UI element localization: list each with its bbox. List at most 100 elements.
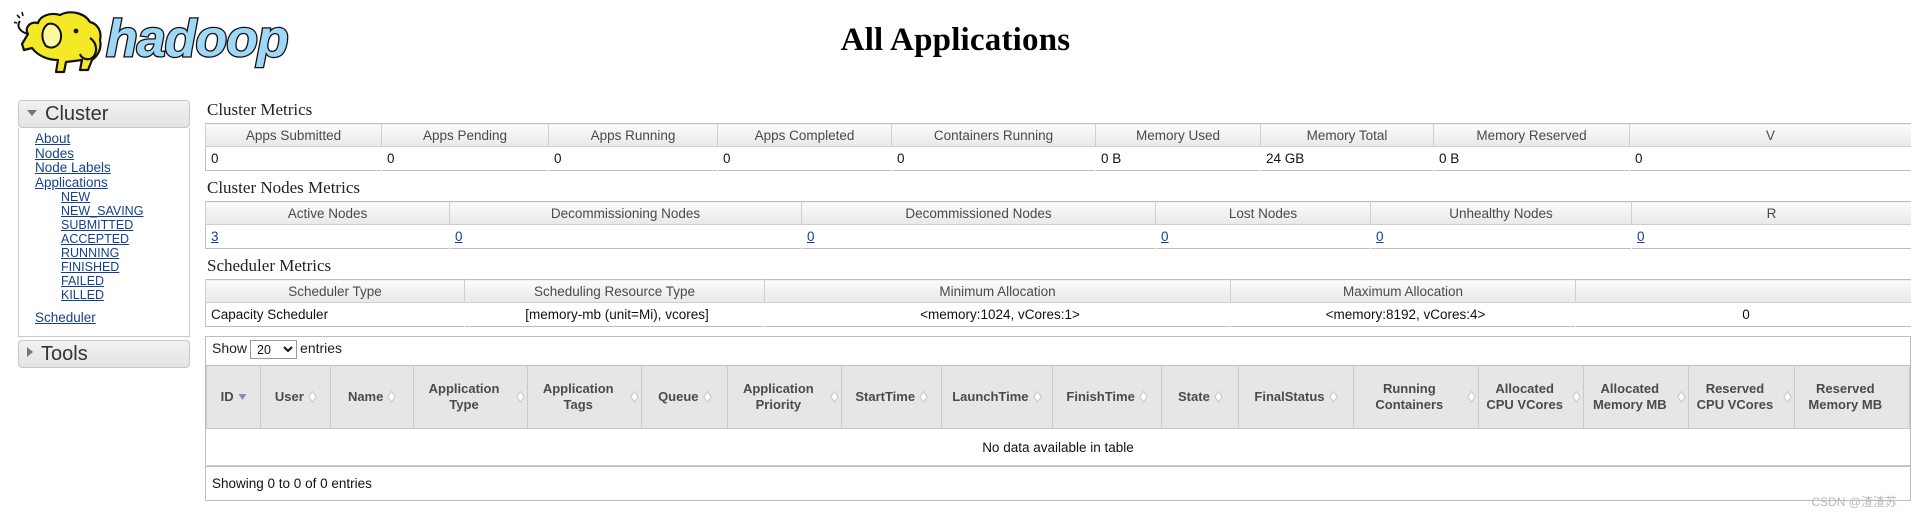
sidebar-item-state-new[interactable]: NEW [19, 190, 189, 204]
col-reserved-memory-mb[interactable]: Reserved Memory MB [1794, 366, 1909, 429]
table-header-row: Scheduler Type Scheduling Resource Type … [206, 280, 1911, 303]
main-content: Cluster Metrics Apps Submitted Apps Pend… [205, 100, 1911, 501]
chevron-right-icon [27, 347, 33, 357]
cell-memory-reserved: 0 B [1434, 147, 1630, 171]
col-launch-time-label: LaunchTime [952, 389, 1028, 404]
lost-nodes-link[interactable]: 0 [1161, 229, 1169, 244]
cell-vcores-used-truncated: 0 [1630, 147, 1911, 171]
sidebar-section-cluster[interactable]: Cluster [18, 100, 190, 128]
decommissioning-nodes-link[interactable]: 0 [455, 229, 463, 244]
col-start-time[interactable]: StartTime [842, 366, 942, 429]
col-apps-running[interactable]: Apps Running [549, 124, 718, 147]
sort-none-icon [1572, 391, 1581, 403]
col-allocated-memory-mb[interactable]: Allocated Memory MB [1584, 366, 1689, 429]
col-id[interactable]: ID [207, 366, 261, 429]
col-user-label: User [275, 389, 304, 404]
col-rebooted-nodes-truncated[interactable]: R [1632, 202, 1911, 225]
col-maximum-allocation[interactable]: Maximum Allocation [1231, 280, 1576, 303]
col-apps-completed[interactable]: Apps Completed [718, 124, 892, 147]
sort-none-icon [1783, 391, 1792, 403]
col-state-label: State [1178, 389, 1210, 404]
rebooted-nodes-link[interactable]: 0 [1637, 229, 1645, 244]
col-containers-running[interactable]: Containers Running [892, 124, 1096, 147]
col-application-priority[interactable]: Application Priority [728, 366, 842, 429]
yarn-resourcemanager-page: hadoop All Applications Cluster About No… [0, 0, 1911, 518]
col-allocated-memory-mb-label: Allocated Memory MB [1593, 381, 1667, 412]
col-minimum-allocation[interactable]: Minimum Allocation [765, 280, 1231, 303]
col-id-label: ID [221, 389, 234, 404]
cell-active-nodes: 3 [206, 225, 450, 249]
col-user[interactable]: User [261, 366, 331, 429]
sidebar-item-node-labels[interactable]: Node Labels [19, 161, 189, 176]
sidebar-item-state-killed[interactable]: KILLED [19, 288, 189, 302]
applications-table: ID User Name Application Type Applicatio… [206, 365, 1910, 466]
col-unhealthy-nodes[interactable]: Unhealthy Nodes [1371, 202, 1632, 225]
active-nodes-link[interactable]: 3 [211, 229, 219, 244]
col-application-tags-label: Application Tags [543, 381, 614, 412]
col-finish-time-label: FinishTime [1066, 389, 1134, 404]
sidebar-item-applications[interactable]: Applications [19, 176, 189, 191]
sidebar-item-state-accepted[interactable]: ACCEPTED [19, 232, 189, 246]
page-size-select[interactable]: 2050100 [250, 340, 297, 359]
sort-none-icon [1677, 391, 1686, 403]
col-scheduler-extra[interactable] [1576, 280, 1911, 303]
sidebar-section-cluster-label: Cluster [45, 103, 108, 125]
col-queue[interactable]: Queue [642, 366, 728, 429]
table-header-row: Apps Submitted Apps Pending Apps Running… [206, 124, 1911, 147]
table-row: 0 0 0 0 0 0 B 24 GB 0 B 0 [206, 147, 1911, 171]
scheduler-metrics-title: Scheduler Metrics [207, 256, 1911, 276]
sidebar-item-state-failed[interactable]: FAILED [19, 274, 189, 288]
cell-scheduler-extra: 0 [1576, 303, 1911, 327]
cell-memory-used: 0 B [1096, 147, 1261, 171]
col-final-status[interactable]: FinalStatus [1239, 366, 1353, 429]
col-apps-submitted[interactable]: Apps Submitted [206, 124, 382, 147]
sort-none-icon [387, 391, 396, 403]
cell-scheduler-type: Capacity Scheduler [206, 303, 465, 327]
col-allocated-cpu-vcores-label: Allocated CPU VCores [1486, 381, 1563, 412]
col-scheduling-resource-type[interactable]: Scheduling Resource Type [465, 280, 765, 303]
col-application-tags[interactable]: Application Tags [528, 366, 642, 429]
sidebar-item-state-new-saving[interactable]: NEW_SAVING [19, 204, 189, 218]
col-running-containers[interactable]: Running Containers [1353, 366, 1479, 429]
sidebar-item-state-submitted[interactable]: SUBMITTED [19, 218, 189, 232]
page-title: All Applications [0, 22, 1911, 59]
col-finish-time[interactable]: FinishTime [1052, 366, 1162, 429]
sidebar-item-state-running[interactable]: RUNNING [19, 246, 189, 260]
cluster-nodes-metrics-title: Cluster Nodes Metrics [207, 178, 1911, 198]
col-scheduler-type[interactable]: Scheduler Type [206, 280, 465, 303]
cell-memory-total: 24 GB [1261, 147, 1434, 171]
decommissioned-nodes-link[interactable]: 0 [807, 229, 815, 244]
col-state[interactable]: State [1162, 366, 1239, 429]
table-header-row: ID User Name Application Type Applicatio… [207, 366, 1910, 429]
cell-maximum-allocation: <memory:8192, vCores:4> [1231, 303, 1576, 327]
col-allocated-cpu-vcores[interactable]: Allocated CPU VCores [1479, 366, 1584, 429]
col-reserved-cpu-vcores[interactable]: Reserved CPU VCores [1689, 366, 1794, 429]
apps-table-footer: Showing 0 to 0 of 0 entries [206, 466, 1910, 500]
col-decommissioning-nodes[interactable]: Decommissioning Nodes [450, 202, 802, 225]
col-memory-total[interactable]: Memory Total [1261, 124, 1434, 147]
table-header-row: Active Nodes Decommissioning Nodes Decom… [206, 202, 1911, 225]
cell-lost-nodes: 0 [1156, 225, 1371, 249]
col-lost-nodes[interactable]: Lost Nodes [1156, 202, 1371, 225]
col-memory-used[interactable]: Memory Used [1096, 124, 1261, 147]
cell-containers-running: 0 [892, 147, 1096, 171]
col-application-type[interactable]: Application Type [413, 366, 527, 429]
col-application-type-label: Application Type [429, 381, 500, 412]
col-launch-time[interactable]: LaunchTime [941, 366, 1052, 429]
sidebar-item-scheduler[interactable]: Scheduler [19, 311, 189, 326]
col-active-nodes[interactable]: Active Nodes [206, 202, 450, 225]
sidebar-item-state-finished[interactable]: FINISHED [19, 260, 189, 274]
empty-message: No data available in table [207, 429, 1910, 466]
sort-none-icon [1214, 391, 1223, 403]
cell-rebooted-nodes-truncated: 0 [1632, 225, 1911, 249]
sidebar-item-nodes[interactable]: Nodes [19, 147, 189, 162]
unhealthy-nodes-link[interactable]: 0 [1376, 229, 1384, 244]
sidebar-item-about[interactable]: About [19, 132, 189, 147]
col-apps-pending[interactable]: Apps Pending [382, 124, 549, 147]
col-decommissioned-nodes[interactable]: Decommissioned Nodes [802, 202, 1156, 225]
col-vcores-used-truncated[interactable]: V [1630, 124, 1911, 147]
col-memory-reserved[interactable]: Memory Reserved [1434, 124, 1630, 147]
col-name[interactable]: Name [331, 366, 414, 429]
cell-decommissioning-nodes: 0 [450, 225, 802, 249]
sidebar-section-tools[interactable]: Tools [18, 340, 190, 368]
